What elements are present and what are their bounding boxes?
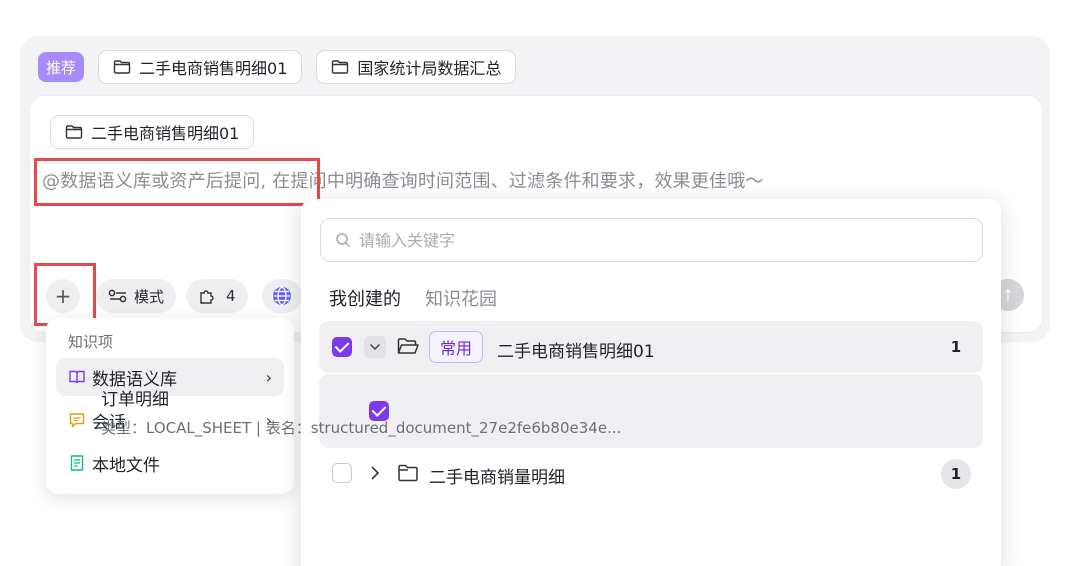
search-input[interactable] bbox=[359, 230, 959, 250]
chat-bubble-icon bbox=[69, 413, 85, 429]
plugin-count: 4 bbox=[226, 287, 236, 305]
mode-button[interactable]: 模式 bbox=[96, 279, 177, 313]
search-icon bbox=[336, 233, 351, 248]
mode-label: 模式 bbox=[134, 287, 165, 306]
subrow-title: 订单明细 bbox=[101, 390, 169, 410]
web-search-button[interactable] bbox=[262, 279, 302, 313]
highlight-box bbox=[34, 158, 320, 206]
knowledge-menu: 知识项 数据语义库 › 会话 › 本地文件 bbox=[46, 318, 294, 494]
row-name: 二手电商销售明细01 bbox=[497, 342, 655, 362]
recommend-chip[interactable]: 国家统计局数据汇总 bbox=[316, 50, 517, 84]
folder-open-icon bbox=[397, 338, 419, 354]
tab-knowledge-garden[interactable]: 知识花园 bbox=[425, 285, 497, 311]
row-count: 1 bbox=[950, 338, 962, 356]
chevron-right-icon: › bbox=[265, 367, 272, 387]
placeholder-rest: 在提问中明确查询时间范围、过滤条件和要求，效果更佳哦～ bbox=[266, 171, 764, 192]
menu-item-local-file[interactable]: 本地文件 bbox=[56, 444, 284, 482]
common-tag: 常用 bbox=[429, 331, 484, 363]
chevron-right-icon[interactable] bbox=[368, 465, 382, 481]
document-icon bbox=[70, 455, 84, 471]
search-box[interactable] bbox=[320, 218, 983, 262]
row-checkbox[interactable] bbox=[332, 337, 352, 357]
menu-title: 知识项 bbox=[68, 333, 114, 351]
selected-chip-label: 二手电商销售明细01 bbox=[91, 124, 240, 143]
menu-item-label: 本地文件 bbox=[92, 455, 160, 476]
book-icon bbox=[69, 370, 85, 384]
puzzle-icon bbox=[200, 290, 214, 304]
recommend-chip[interactable]: 二手电商销售明细01 bbox=[98, 50, 303, 84]
row-checkbox[interactable] bbox=[332, 463, 352, 483]
chevron-down-icon[interactable] bbox=[364, 336, 386, 358]
recommend-row: 推荐 二手电商销售明细01 国家统计局数据汇总 bbox=[38, 50, 517, 84]
menu-item-semantic-library[interactable]: 数据语义库 › bbox=[56, 358, 284, 396]
subrow-meta: 类型：LOCAL_SHEET | 表名：structured_document_… bbox=[101, 419, 622, 437]
highlight-box bbox=[34, 263, 96, 326]
folder-icon bbox=[332, 60, 349, 74]
recommend-chip-label: 国家统计局数据汇总 bbox=[357, 59, 502, 78]
recommend-badge: 推荐 bbox=[38, 52, 85, 82]
recommend-chip-label: 二手电商销售明细01 bbox=[139, 59, 288, 78]
folder-icon bbox=[65, 125, 83, 139]
plugin-button[interactable]: 4 bbox=[186, 279, 248, 313]
tab-my-created[interactable]: 我创建的 bbox=[329, 285, 401, 311]
row-name: 二手电商销量明细 bbox=[429, 468, 565, 488]
mode-toggle-icon bbox=[108, 289, 127, 303]
globe-icon bbox=[273, 286, 291, 306]
knowledge-dropdown: 我创建的 知识花园 bbox=[301, 199, 1001, 566]
dropdown-tabs: 我创建的 知识花园 bbox=[329, 285, 497, 311]
row-count: 1 bbox=[941, 459, 971, 489]
folder-icon bbox=[398, 464, 418, 482]
selected-knowledge-chip[interactable]: 二手电商销售明细01 bbox=[50, 115, 255, 149]
folder-icon bbox=[113, 60, 131, 74]
